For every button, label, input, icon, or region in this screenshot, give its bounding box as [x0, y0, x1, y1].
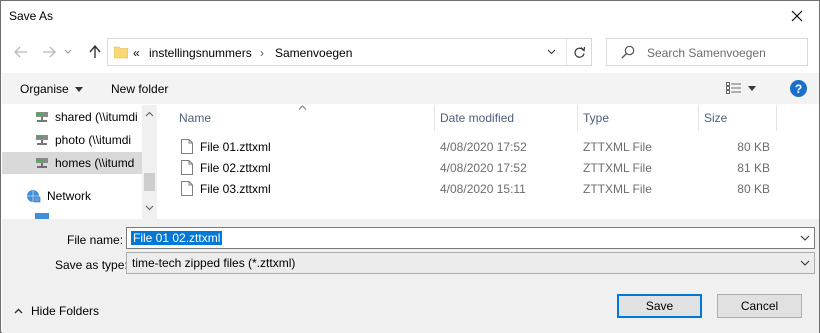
save-as-dialog: Save As « instellingsnummers › Samenvoeg…	[0, 0, 820, 333]
file-size: 80 KB	[737, 140, 770, 154]
up-button[interactable]	[85, 35, 105, 69]
breadcrumb-item[interactable]: instellingsnummers	[149, 46, 252, 60]
column-header-size[interactable]: Size	[704, 111, 727, 125]
file-date: 4/08/2020 15:11	[440, 182, 526, 196]
up-arrow-icon	[89, 45, 101, 58]
back-button[interactable]	[11, 35, 31, 69]
savetype-label: Save as type:	[55, 258, 128, 272]
navigation-pane: shared (\\itumdi photo (\\itumdi homes (…	[2, 105, 157, 219]
nav-item-label: shared (\\itumdi	[55, 110, 138, 124]
window-title: Save As	[9, 9, 54, 23]
column-divider[interactable]	[577, 105, 578, 131]
file-row[interactable]: File 02.zttxml 4/08/2020 17:52 ZTTXML Fi…	[161, 157, 819, 178]
file-date: 4/08/2020 17:52	[440, 161, 527, 175]
breadcrumb-overflow[interactable]: «	[133, 46, 140, 60]
chevron-down-icon[interactable]	[798, 231, 812, 245]
search-icon	[621, 45, 635, 59]
forward-button[interactable]	[39, 35, 59, 69]
column-header-name[interactable]: Name	[179, 111, 211, 125]
nav-item-label: homes (\\itumd	[55, 156, 135, 170]
column-header-type[interactable]: Type	[583, 111, 609, 125]
close-icon	[791, 10, 803, 22]
nav-item-photo[interactable]: photo (\\itumdi	[2, 129, 142, 151]
view-options-button[interactable]	[726, 81, 756, 95]
network-drive-icon	[36, 112, 48, 122]
cancel-button[interactable]: Cancel	[717, 294, 802, 318]
network-drive-icon	[36, 158, 48, 168]
chevron-down-icon	[547, 49, 555, 55]
file-icon	[181, 139, 193, 154]
refresh-icon	[574, 46, 586, 58]
file-size: 80 KB	[737, 182, 770, 196]
file-type: ZTTXML File	[583, 161, 652, 175]
back-arrow-icon	[14, 46, 27, 58]
file-date: 4/08/2020 17:52	[440, 140, 527, 154]
column-divider[interactable]	[698, 105, 699, 131]
organise-label: Organise	[20, 82, 69, 96]
address-dropdown-button[interactable]	[538, 39, 564, 65]
file-type: ZTTXML File	[583, 182, 652, 196]
details-view-icon	[726, 82, 741, 94]
savetype-select[interactable]: time-tech zipped files (*.zttxml)	[126, 252, 815, 274]
file-size: 81 KB	[737, 161, 770, 175]
address-bar[interactable]: « instellingsnummers › Samenvoegen	[107, 38, 592, 66]
organise-menu-button[interactable]: Organise	[20, 82, 83, 96]
file-name: File 03.zttxml	[200, 182, 271, 196]
network-drive-icon	[36, 135, 48, 145]
command-bar: Organise New folder ?	[2, 73, 819, 104]
breadcrumb-separator: ›	[260, 46, 264, 60]
scroll-thumb[interactable]	[144, 173, 155, 191]
chevron-down-icon	[64, 49, 72, 54]
nav-item-homes[interactable]: homes (\\itumd	[2, 152, 142, 174]
file-name: File 02.zttxml	[200, 161, 271, 175]
column-divider[interactable]	[434, 105, 435, 131]
savetype-value: time-tech zipped files (*.zttxml)	[132, 256, 296, 270]
file-name: File 01.zttxml	[200, 140, 271, 154]
forward-arrow-icon	[43, 46, 56, 58]
file-type: ZTTXML File	[583, 140, 652, 154]
search-box[interactable]: Search Samenvoegen	[606, 38, 808, 66]
save-label: Save	[645, 299, 674, 313]
scroll-up-icon[interactable]	[145, 111, 154, 117]
file-row[interactable]: File 03.zttxml 4/08/2020 15:11 ZTTXML Fi…	[161, 178, 819, 199]
nav-item-label: photo (\\itumdi	[55, 133, 132, 147]
filename-label: File name:	[67, 233, 124, 247]
filename-input[interactable]: File 01 02.zttxml	[126, 227, 815, 249]
save-panel: File name: File 01 02.zttxml Save as typ…	[2, 219, 819, 333]
navigation-row: « instellingsnummers › Samenvoegen Searc…	[1, 35, 819, 69]
column-header-date[interactable]: Date modified	[440, 111, 514, 125]
new-folder-button[interactable]: New folder	[111, 82, 168, 96]
hide-folders-label: Hide Folders	[31, 304, 100, 318]
filename-value: File 01 02.zttxml	[131, 231, 223, 245]
folder-icon	[114, 46, 128, 59]
scroll-down-icon[interactable]	[145, 205, 154, 211]
sort-ascending-icon	[298, 105, 307, 110]
nav-item-label: Network	[47, 189, 92, 203]
caret-down-icon	[74, 86, 83, 92]
file-list: Name Date modified Type Size File 01.ztt…	[161, 105, 819, 219]
help-icon: ?	[794, 81, 803, 96]
hide-folders-button[interactable]: Hide Folders	[14, 304, 99, 318]
file-row[interactable]: File 01.zttxml 4/08/2020 17:52 ZTTXML Fi…	[161, 136, 819, 157]
help-button[interactable]: ?	[790, 80, 807, 97]
nav-item-shared[interactable]: shared (\\itumdi	[2, 106, 142, 128]
network-icon	[27, 190, 41, 203]
chevron-up-icon	[14, 308, 23, 314]
close-button[interactable]	[775, 1, 819, 31]
refresh-button[interactable]	[566, 39, 592, 65]
breadcrumb-item[interactable]: Samenvoegen	[275, 46, 352, 60]
nav-scrollbar[interactable]	[142, 105, 157, 219]
search-placeholder: Search Samenvoegen	[647, 46, 766, 60]
recent-locations-button[interactable]	[61, 35, 75, 69]
file-icon	[181, 160, 193, 175]
title-bar: Save As	[1, 1, 819, 31]
nav-item-network[interactable]: Network	[2, 185, 142, 207]
chevron-down-icon	[800, 260, 810, 266]
cancel-label: Cancel	[740, 299, 779, 313]
file-icon	[181, 181, 193, 196]
column-divider[interactable]	[776, 105, 777, 131]
new-folder-label: New folder	[111, 82, 169, 96]
save-button[interactable]: Save	[617, 294, 702, 318]
caret-down-icon	[748, 85, 756, 91]
